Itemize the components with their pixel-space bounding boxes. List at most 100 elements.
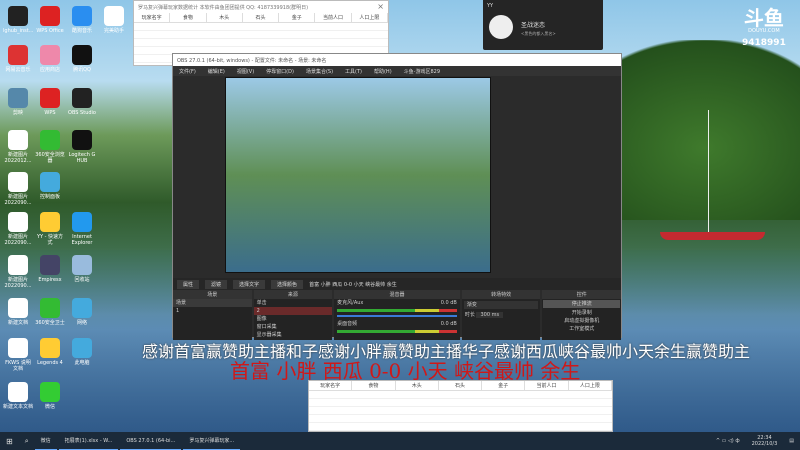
desktop-icon[interactable]: 完美助手 <box>99 6 129 34</box>
desktop-icon[interactable]: 微信 <box>35 382 65 410</box>
app-icon <box>72 45 92 65</box>
desktop-icon[interactable]: OBS Studio <box>67 88 97 116</box>
column-header[interactable]: 木头 <box>396 381 439 390</box>
stop-streaming-button[interactable]: 停止推流 <box>543 300 621 308</box>
column-header[interactable]: 当前人口 <box>525 381 569 390</box>
menu-item[interactable]: 停靠窗口(D) <box>266 68 294 75</box>
obs-preview[interactable] <box>225 77 491 273</box>
close-button[interactable]: × <box>377 2 384 11</box>
column-header[interactable]: 食物 <box>170 13 207 22</box>
desktop-icon[interactable]: 新建图片 2022090... <box>3 255 33 289</box>
column-header[interactable]: 玩家名字 <box>309 381 353 390</box>
column-header[interactable]: 金子 <box>279 13 316 22</box>
column-header[interactable]: 当前人口 <box>315 13 352 22</box>
desktop-icon[interactable]: 剪映 <box>3 88 33 116</box>
table-header: 玩家名字 食物 木头 石头 金子 当前人口 人口上限 <box>134 13 388 23</box>
desktop-icon[interactable]: 酷狗音乐 <box>67 6 97 34</box>
mixer-dock: 混音器 麦克风/Aux 0.0 dB 桌面音频 0.0 dB <box>334 290 460 340</box>
avatar[interactable] <box>489 15 513 39</box>
select-color-button[interactable]: 选择颜色 <box>271 279 304 289</box>
notification-icon[interactable]: ▤ <box>783 438 800 444</box>
track-name: 麦克风/Aux <box>337 300 364 306</box>
transition-select[interactable]: 渐变 <box>463 301 539 309</box>
taskbar-app[interactable]: OBS 27.0.1 (64-bi... <box>120 432 182 450</box>
desktop-icon[interactable]: 回收站 <box>67 255 97 283</box>
menu-item[interactable]: 文件(F) <box>179 68 196 75</box>
room-number: 9418991 <box>742 38 786 48</box>
column-header[interactable]: 金子 <box>482 381 526 390</box>
column-header[interactable]: 人口上限 <box>352 13 388 22</box>
menu-item[interactable]: 视图(V) <box>237 68 254 75</box>
desktop-icon-label: Logitech G HUB <box>68 152 96 164</box>
obs-title-bar: OBS 27.0.1 (64-bit, windows) - 配置文件: 未命名… <box>173 54 621 66</box>
app-icon <box>8 6 28 26</box>
red-boat <box>660 232 765 240</box>
desktop-icon[interactable]: WPS Office <box>35 6 65 34</box>
clock-date[interactable]: 2022/10/3 <box>752 441 778 447</box>
desktop-icon[interactable]: lghub_inst... <box>3 6 33 34</box>
menu-item[interactable]: 工具(T) <box>345 68 362 75</box>
desktop-icon[interactable]: FKWS 说明 文档 <box>3 338 33 372</box>
filters-button[interactable]: 滤镜 <box>205 279 228 289</box>
duration-label: 时长 <box>464 312 475 318</box>
virtual-camera-button[interactable]: 启动虚拟摄像机 <box>542 317 621 325</box>
source-item[interactable]: 窗口采集 <box>254 323 333 331</box>
app-icon <box>40 255 60 275</box>
desktop-icon[interactable]: Legends 4 <box>35 338 65 366</box>
desktop-icon[interactable]: WPS <box>35 88 65 116</box>
desktop-icon[interactable]: 360安全浏览器 <box>35 130 65 164</box>
app-icon <box>40 172 60 192</box>
column-header[interactable]: 石头 <box>439 381 483 390</box>
desktop-icon[interactable]: 新建文档 <box>3 298 33 326</box>
desktop-icon[interactable]: 此电脑 <box>67 338 97 366</box>
duration-input[interactable]: 300 ms <box>476 312 504 318</box>
desktop-icon[interactable]: Internet Explorer <box>67 212 97 246</box>
desktop-icon[interactable]: 控制面板 <box>35 172 65 200</box>
menu-item[interactable]: 编辑(E) <box>208 68 225 75</box>
volume-slider[interactable] <box>337 315 457 317</box>
source-item[interactable]: 2 <box>253 307 333 315</box>
desktop-icon[interactable]: 应用商店 <box>35 45 65 73</box>
scene-item[interactable]: 场景 <box>173 299 252 307</box>
menu-item[interactable]: 场景集合(S) <box>306 68 333 75</box>
desktop-icon[interactable]: 网络 <box>67 298 97 326</box>
desktop-icon[interactable]: 新建图片 2022090... <box>3 212 33 246</box>
app-icon <box>8 212 28 232</box>
start-button[interactable]: ⊞ <box>0 437 19 446</box>
app-icon <box>40 298 60 318</box>
column-header[interactable]: 人口上限 <box>569 381 612 390</box>
bottom-stats-table: 玩家名字 食物 木头 石头 金子 当前人口 人口上限 <box>308 380 613 432</box>
column-header[interactable]: 食物 <box>352 381 396 390</box>
column-header[interactable]: 石头 <box>243 13 280 22</box>
window-title-bar: 罗马复兴弹幕玩家数据统计 本软件由鱼团团提供 QQ: 4187339918(群明… <box>134 1 388 13</box>
start-recording-button[interactable]: 开始录制 <box>542 309 621 317</box>
search-icon[interactable]: ⌕ <box>19 437 35 446</box>
desktop-icon[interactable]: YY - 快速方式 <box>35 212 65 246</box>
properties-button[interactable]: 属性 <box>177 279 200 289</box>
column-header[interactable]: 木头 <box>207 13 243 22</box>
track-db: 0.0 dB <box>440 300 457 306</box>
select-text-button[interactable]: 选择文字 <box>233 279 266 289</box>
desktop-icon[interactable]: 360安全卫士 <box>35 298 65 326</box>
app-icon <box>72 6 92 26</box>
app-icon <box>8 45 28 65</box>
desktop-icon[interactable]: Empiresx <box>35 255 65 283</box>
taskbar-app[interactable]: 罗马复兴弹幕玩家... <box>183 432 241 450</box>
taskbar-app[interactable]: 拓展表(1).xlsx - W... <box>58 432 119 450</box>
tray-icons[interactable]: ^ ▭ ◁) ф <box>710 438 746 444</box>
source-item[interactable]: 单击 <box>254 299 333 307</box>
menu-item[interactable]: 斗鱼-游戏区829 <box>404 68 440 75</box>
desktop-icon[interactable]: 网易云音乐 <box>3 45 33 73</box>
taskbar-app[interactable]: 微信 <box>34 432 57 450</box>
studio-mode-button[interactable]: 工作室模式 <box>542 325 621 333</box>
desktop-icon[interactable]: 新建图片 2022090... <box>3 172 33 206</box>
desktop-icon[interactable]: 新建图片 2022012... <box>3 130 33 164</box>
menu-item[interactable]: 帮助(H) <box>374 68 392 75</box>
source-item[interactable]: 图像 <box>254 315 333 323</box>
desktop-icon[interactable]: 新建文本文档 <box>3 382 33 410</box>
scene-item[interactable]: 1 <box>173 307 252 315</box>
column-header[interactable]: 玩家名字 <box>134 13 171 22</box>
desktop-icon[interactable]: 腾讯QQ <box>67 45 97 73</box>
douyu-logo: 斗鱼 <box>743 6 784 30</box>
desktop-icon[interactable]: Logitech G HUB <box>67 130 97 164</box>
